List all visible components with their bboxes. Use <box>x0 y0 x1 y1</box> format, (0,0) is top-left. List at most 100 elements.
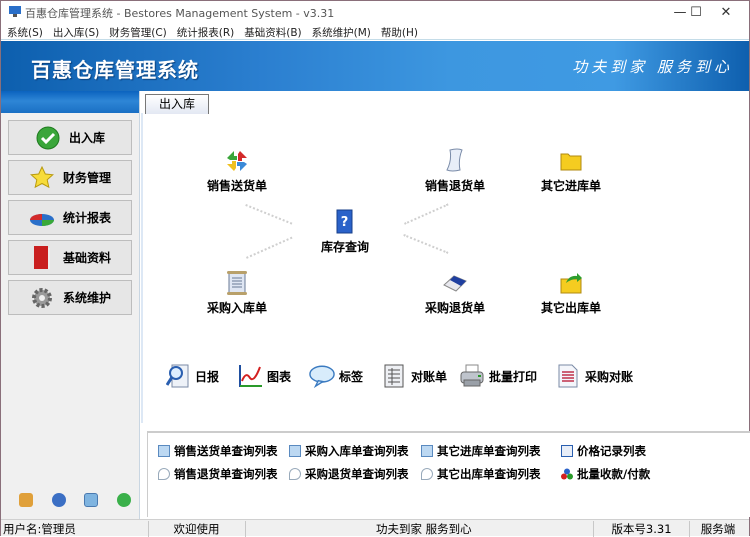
window-search-icon <box>289 445 301 457</box>
tab-stock-in-out[interactable]: 出入库 <box>145 94 209 114</box>
link-other-out-query[interactable]: 其它出库单查询列表 <box>421 466 541 482</box>
gear-icon <box>29 285 55 311</box>
link-sales-return-query[interactable]: 销售退货单查询列表 <box>158 466 278 482</box>
sidebar-item-label: 基础资料 <box>62 251 111 265</box>
line-chart-icon <box>237 363 263 389</box>
purchase-reconcile-label: 采购对账 <box>585 369 634 384</box>
menu-finance[interactable]: 财务管理(C) <box>103 23 171 39</box>
label-label: 标签 <box>339 369 364 384</box>
status-version: 版本号3.31 <box>611 522 672 536</box>
link-label: 批量收款/付款 <box>577 467 651 481</box>
menu-basic-data[interactable]: 基础资料(B) <box>238 23 305 39</box>
status-mode: 服务端 <box>700 522 736 536</box>
daily-report-label: 日报 <box>195 369 220 384</box>
help-book-icon: ? <box>331 208 359 236</box>
scroll-document-icon <box>223 269 251 297</box>
purchase-in-label: 采购入库单 <box>207 301 268 315</box>
other-in-node[interactable]: 其它进库单 <box>541 147 601 194</box>
menu-system[interactable]: 系统(S) <box>1 23 47 39</box>
sales-delivery-label: 销售送货单 <box>207 179 268 193</box>
chart-button[interactable]: 图表 <box>237 363 291 389</box>
recycle-arrows-icon <box>223 147 251 175</box>
check-circle-icon <box>35 125 61 151</box>
app-icon <box>9 6 21 17</box>
star-icon <box>29 165 55 191</box>
link-price-records[interactable]: 价格记录列表 <box>561 443 646 459</box>
statement-button[interactable]: 对账单 <box>381 363 447 389</box>
menu-reports[interactable]: 统计报表(R) <box>171 23 239 39</box>
sidebar-item-reports[interactable]: 统计报表 <box>8 200 132 235</box>
label-button[interactable]: 标签 <box>309 363 363 389</box>
menu-maintenance[interactable]: 系统维护(M) <box>306 23 375 39</box>
maximize-icon: ☐ <box>690 4 702 20</box>
folder-export-icon <box>557 269 585 297</box>
sidebar-item-maintenance[interactable]: 系统维护 <box>8 280 132 315</box>
status-user: 用户名:管理员 <box>3 522 76 536</box>
book-icon <box>29 245 55 271</box>
window-search-icon[interactable] <box>84 493 98 507</box>
statement-label: 对账单 <box>411 369 448 384</box>
link-label: 销售送货单查询列表 <box>174 444 278 458</box>
app-window: 百惠仓库管理系统 - Bestores Management System - … <box>0 0 750 537</box>
link-purchase-return-query[interactable]: 采购退货单查询列表 <box>289 466 409 482</box>
link-label: 采购退货单查询列表 <box>305 467 409 481</box>
main-content: 出入库 销售送货单 销售退货单 其它进库单 ? 库存查询 采购入库单 采购退货单… <box>141 91 750 519</box>
purchase-return-label: 采购退货单 <box>425 301 486 315</box>
sidebar-item-label: 统计报表 <box>62 211 111 225</box>
inventory-query-node[interactable]: ? 库存查询 <box>321 208 369 255</box>
connector-line <box>404 203 449 225</box>
link-label: 其它出库单查询列表 <box>437 467 541 481</box>
printer-icon <box>459 363 485 389</box>
scroll-paper-icon <box>441 147 469 175</box>
window-search-icon <box>421 445 433 457</box>
clock-icon[interactable] <box>52 493 66 507</box>
purchase-reconcile-button[interactable]: 采购对账 <box>555 363 633 389</box>
other-in-label: 其它进库单 <box>541 179 602 193</box>
sidebar-item-basic-data[interactable]: 基础资料 <box>8 240 132 275</box>
status-bar: 用户名:管理员 欢迎使用 功夫到家 服务到心 版本号3.31 服务端 <box>1 519 749 537</box>
magnifier-icon <box>158 468 170 480</box>
link-label: 销售退货单查询列表 <box>174 467 278 481</box>
menu-stock-in-out[interactable]: 出入库(S) <box>47 23 103 39</box>
edit-document-icon <box>561 445 573 457</box>
back-arrow-icon[interactable] <box>117 493 131 507</box>
window-search-icon <box>158 445 170 457</box>
svg-text:?: ? <box>341 215 349 230</box>
status-slogan: 功夫到家 服务到心 <box>376 522 472 536</box>
folder-icon <box>557 147 585 175</box>
batch-print-button[interactable]: 批量打印 <box>459 363 537 389</box>
sidebar-quick-icons <box>1 493 139 513</box>
chart-label: 图表 <box>267 369 292 384</box>
purchase-in-node[interactable]: 采购入库单 <box>207 269 267 316</box>
sidebar-item-finance[interactable]: 财务管理 <box>8 160 132 195</box>
sidebar-item-label: 财务管理 <box>62 171 111 185</box>
close-button[interactable]: ✕ <box>703 1 749 23</box>
sidebar-item-stock-in-out[interactable]: 出入库 <box>8 120 132 155</box>
link-other-in-query[interactable]: 其它进库单查询列表 <box>421 443 541 459</box>
link-label: 采购入库单查询列表 <box>305 444 409 458</box>
link-purchase-in-query[interactable]: 采购入库单查询列表 <box>289 443 409 459</box>
key-icon[interactable] <box>19 493 33 507</box>
other-out-label: 其它出库单 <box>541 301 602 315</box>
speech-bubble-icon <box>309 363 335 389</box>
sales-delivery-node[interactable]: 销售送货单 <box>207 147 267 194</box>
sales-return-node[interactable]: 销售退货单 <box>425 147 485 194</box>
link-label: 其它进库单查询列表 <box>437 444 541 458</box>
menu-help[interactable]: 帮助(H) <box>375 23 422 39</box>
other-out-node[interactable]: 其它出库单 <box>541 269 601 316</box>
magnifier-icon <box>421 468 433 480</box>
link-sales-delivery-query[interactable]: 销售送货单查询列表 <box>158 443 278 459</box>
daily-report-button[interactable]: 日报 <box>165 363 219 389</box>
query-links-panel: 销售送货单查询列表 采购入库单查询列表 其它进库单查询列表 价格记录列表 销售退… <box>147 431 750 517</box>
status-welcome: 欢迎使用 <box>173 522 220 536</box>
link-batch-payment[interactable]: 批量收款/付款 <box>561 466 650 482</box>
close-icon: ✕ <box>720 4 732 20</box>
sidebar: 出入库 财务管理 统计报表 基础资料 系统维护 <box>1 91 140 519</box>
connector-line <box>403 234 449 254</box>
inventory-query-label: 库存查询 <box>321 240 370 254</box>
purchase-return-node[interactable]: 采购退货单 <box>425 269 485 316</box>
link-label: 价格记录列表 <box>577 444 646 458</box>
connector-line <box>245 204 293 225</box>
colored-balls-icon <box>561 468 573 480</box>
document-list-icon <box>555 363 581 389</box>
